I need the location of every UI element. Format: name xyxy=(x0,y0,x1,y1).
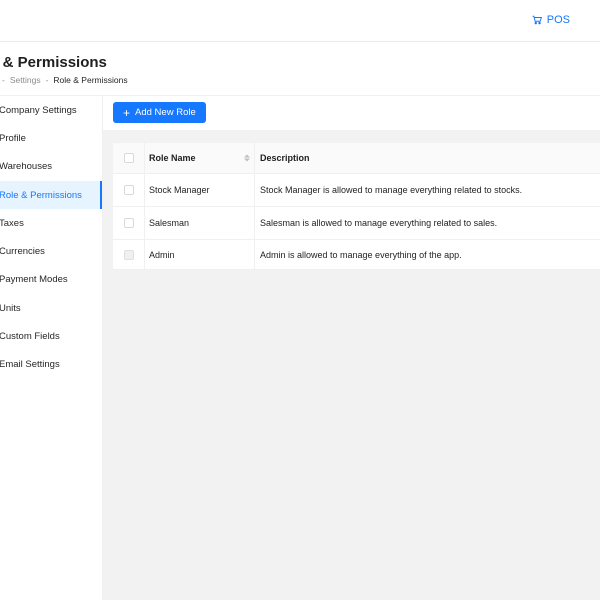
column-header-role-name[interactable]: Role Name xyxy=(145,143,255,173)
breadcrumb: oard - Settings - Role & Permissions xyxy=(0,75,128,85)
sidebar-item-warehouses[interactable]: Warehouses xyxy=(0,153,102,181)
role-name-cell: Stock Manager xyxy=(145,174,255,206)
add-new-role-button[interactable]: + Add New Role xyxy=(113,102,206,123)
breadcrumb-current: Role & Permissions xyxy=(53,75,128,85)
pos-link[interactable]: POS xyxy=(532,14,570,26)
role-name-cell: Salesman xyxy=(145,207,255,239)
pos-label: POS xyxy=(546,14,570,26)
sidebar-item-label: Role & Permissions xyxy=(0,189,82,201)
row-select-cell xyxy=(113,240,145,269)
roles-table: Role Name Description Stock Manager Stoc… xyxy=(113,143,600,270)
role-description-cell: Stock Manager is allowed to manage every… xyxy=(260,185,523,195)
sidebar-item-label: Currencies xyxy=(0,246,45,258)
role-description-cell: Salesman is allowed to manage everything… xyxy=(260,218,498,228)
sidebar-item-payment-modes[interactable]: Payment Modes xyxy=(0,266,102,294)
breadcrumb-settings[interactable]: Settings xyxy=(10,75,41,85)
toolbar: + Add New Role xyxy=(103,96,600,130)
main-content: + Add New Role Role Name Description Sto… xyxy=(103,96,600,600)
select-all-cell xyxy=(113,143,145,173)
sidebar-item-label: Units xyxy=(0,302,21,314)
shopping-cart-icon xyxy=(532,15,542,25)
page-header: le & Permissions oard - Settings - Role … xyxy=(0,42,600,96)
role-name-cell: Admin xyxy=(145,240,255,269)
table-row: Salesman Salesman is allowed to manage e… xyxy=(113,207,600,240)
sidebar-item-label: Taxes xyxy=(0,217,24,229)
sidebar-item-label: Company Settings xyxy=(0,104,77,116)
add-new-role-label: Add New Role xyxy=(135,107,196,118)
sidebar-item-email-settings[interactable]: Email Settings xyxy=(0,351,102,379)
row-select-cell xyxy=(113,174,145,206)
top-bar: POS xyxy=(0,0,600,42)
sidebar-item-units[interactable]: Units xyxy=(0,294,102,322)
sidebar-item-role-permissions[interactable]: Role & Permissions xyxy=(0,180,102,210)
breadcrumb-separator: - xyxy=(2,75,5,85)
sidebar-item-label: Email Settings xyxy=(0,359,60,371)
plus-icon: + xyxy=(123,105,131,120)
column-label: Description xyxy=(260,153,310,163)
column-header-description: Description xyxy=(255,143,600,173)
sidebar-item-taxes[interactable]: Taxes xyxy=(0,209,102,237)
row-select-cell xyxy=(113,207,145,239)
select-all-checkbox[interactable] xyxy=(123,153,134,163)
sidebar-item-profile[interactable]: Profile xyxy=(0,124,102,152)
row-checkbox[interactable] xyxy=(123,218,134,228)
role-description-cell: Admin is allowed to manage everything of… xyxy=(260,249,462,260)
table-row: Stock Manager Stock Manager is allowed t… xyxy=(113,174,600,207)
row-checkbox-disabled xyxy=(123,249,134,260)
column-label: Role Name xyxy=(149,153,196,163)
sidebar-item-currencies[interactable]: Currencies xyxy=(0,237,102,265)
table-row: Admin Admin is allowed to manage everyth… xyxy=(113,240,600,270)
row-checkbox[interactable] xyxy=(123,185,134,195)
sidebar-item-company-settings[interactable]: Company Settings xyxy=(0,96,102,124)
sidebar-item-label: Payment Modes xyxy=(0,274,68,286)
page-title: le & Permissions xyxy=(0,54,107,71)
sidebar-item-label: Warehouses xyxy=(0,161,52,173)
table-header: Role Name Description xyxy=(113,143,600,174)
sidebar-item-label: Profile xyxy=(0,132,26,144)
breadcrumb-separator: - xyxy=(45,75,49,85)
sort-icon[interactable] xyxy=(244,154,250,162)
sidebar-item-label: Custom Fields xyxy=(0,331,60,343)
settings-sidebar: Company Settings Profile Warehouses Role… xyxy=(0,96,103,600)
sidebar-item-custom-fields[interactable]: Custom Fields xyxy=(0,322,102,350)
